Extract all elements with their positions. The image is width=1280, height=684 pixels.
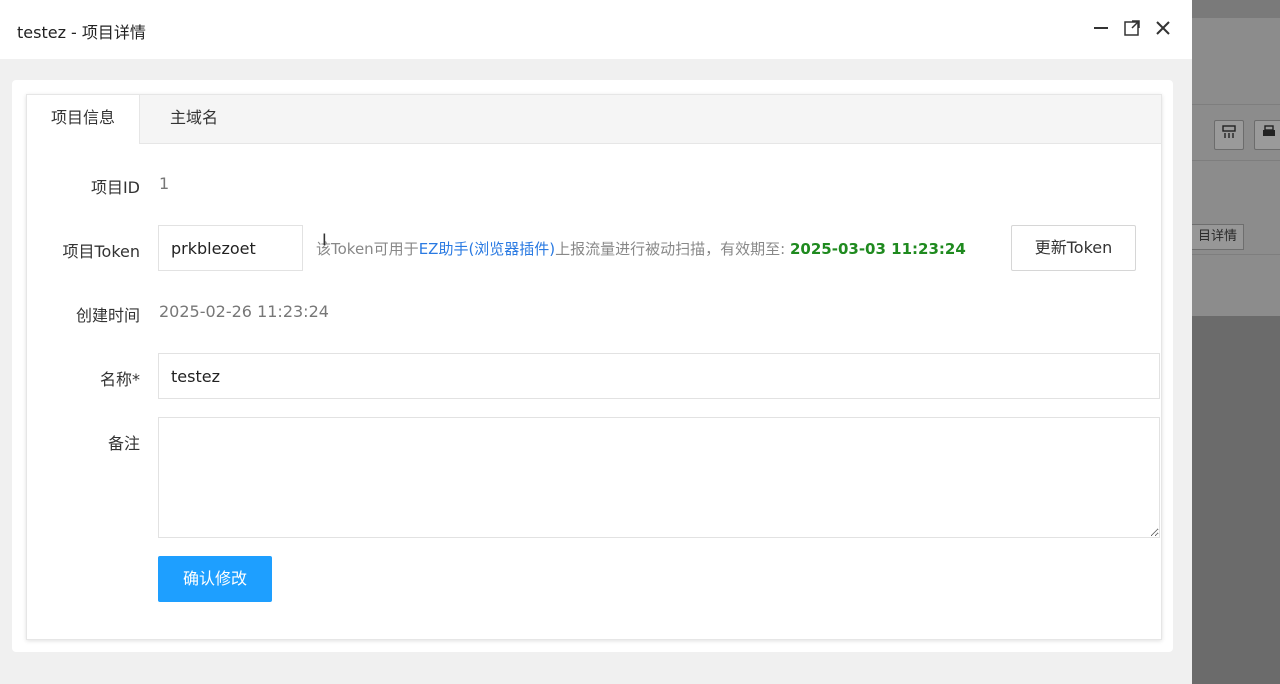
tab-bar: 项目信息 主域名 [27, 95, 1161, 144]
remark-label: 备注 [107, 434, 140, 453]
background-divider [1192, 160, 1280, 161]
background-panel [1192, 18, 1280, 316]
name-input[interactable] [158, 353, 1160, 399]
ez-helper-link[interactable]: EZ助手(浏览器插件) [419, 240, 555, 258]
tab-main-domain[interactable]: 主域名 [139, 95, 249, 143]
refresh-token-button[interactable]: 更新Token [1011, 225, 1136, 271]
minimize-icon[interactable] [1089, 16, 1113, 40]
background-divider [1192, 254, 1280, 255]
print-icon[interactable] [1254, 120, 1280, 150]
project-id-label: 项目ID [90, 178, 140, 197]
background-top-strip [1192, 0, 1280, 18]
token-hint-middle: 上报流量进行被动扫描，有效期至: [555, 240, 790, 258]
maximize-icon[interactable] [1120, 16, 1144, 40]
background-divider [1192, 104, 1280, 105]
grid-icon[interactable] [1214, 120, 1244, 150]
project-token-label: 项目Token [62, 242, 140, 261]
remark-textarea[interactable] [158, 417, 1160, 538]
project-detail-modal: testez - 项目详情 项目信息 主域名 项目ID 1 项目Token 该T… [0, 0, 1192, 684]
text-cursor-icon: I [322, 230, 327, 249]
confirm-edit-button[interactable]: 确认修改 [158, 556, 272, 602]
created-time-label: 创建时间 [75, 306, 140, 325]
created-time-value: 2025-02-26 11:23:24 [159, 302, 329, 321]
token-expiry: 2025-03-03 11:23:24 [789, 240, 966, 258]
modal-title: testez - 项目详情 [17, 23, 146, 42]
modal-header: testez - 项目详情 [0, 0, 1192, 59]
background-tag[interactable]: 目详情 [1192, 224, 1245, 250]
project-token-input[interactable] [158, 225, 303, 271]
tab-project-info[interactable]: 项目信息 [27, 95, 140, 144]
close-icon[interactable] [1151, 16, 1175, 40]
background-app: 目详情 [1192, 0, 1280, 684]
project-id-value: 1 [159, 174, 170, 193]
token-hint-prefix: 该Token可用于 [316, 240, 419, 258]
token-hint: 该Token可用于EZ助手(浏览器插件)上报流量进行被动扫描，有效期至: 202… [316, 238, 966, 259]
name-label: 名称* [99, 370, 140, 389]
